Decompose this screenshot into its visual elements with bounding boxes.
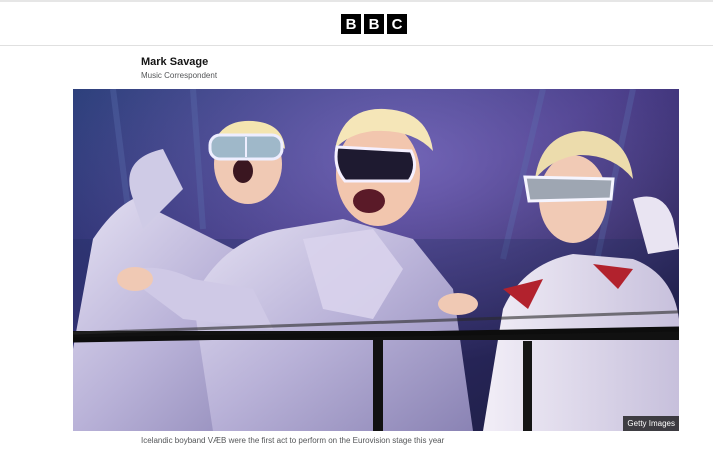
logo-block-c: C <box>387 14 407 34</box>
logo-block-b2: B <box>364 14 384 34</box>
hero-image: Getty Images <box>73 89 679 431</box>
photo-credit: Getty Images <box>623 416 679 431</box>
masthead: B B C <box>0 2 713 46</box>
bbc-logo[interactable]: B B C <box>341 14 407 34</box>
logo-block-b1: B <box>341 14 361 34</box>
author-role: Music Correspondent <box>141 71 218 80</box>
author-name[interactable]: Mark Savage <box>141 55 217 69</box>
image-caption: Icelandic boyband VÆB were the first act… <box>141 436 445 445</box>
byline: Mark Savage Music Correspondent <box>141 55 217 82</box>
hero-photo-illustration <box>73 89 679 431</box>
